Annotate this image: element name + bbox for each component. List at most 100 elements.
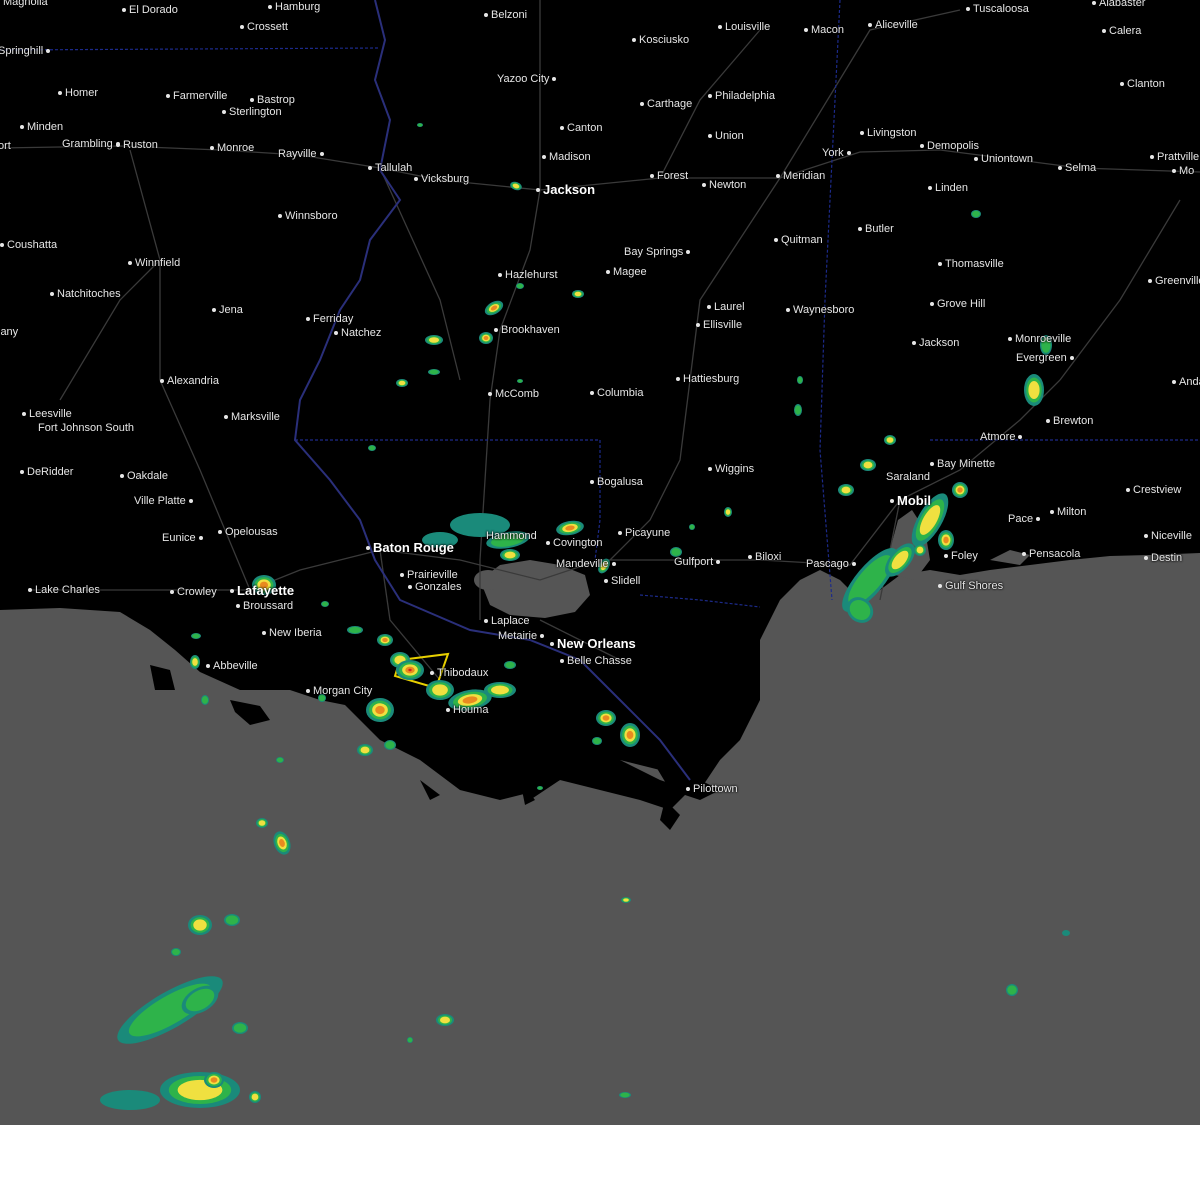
city-dot-icon: [170, 589, 174, 594]
city-label-niceville: Niceville: [1144, 530, 1192, 542]
city-dot-icon: [306, 316, 310, 321]
city-label-new-iberia: New Iberia: [262, 627, 322, 639]
radar-cell: [671, 548, 681, 556]
city-label-oakdale: Oakdale: [120, 470, 168, 482]
city-label-lafayette: Lafayette: [230, 583, 294, 598]
city-dot-icon: [484, 12, 488, 17]
city-label-coushatta: Coushatta: [0, 239, 57, 251]
city-label-thibodaux: Thibodaux: [430, 667, 488, 679]
city-label-bastrop: Bastrop: [250, 94, 295, 106]
city-dot-icon: [708, 93, 712, 98]
city-dot-icon: [498, 272, 502, 277]
city-dot-icon: [224, 414, 228, 419]
city-label-demopolis: Demopolis: [920, 140, 979, 152]
city-dot-icon: [0, 242, 4, 247]
city-dot-icon: [686, 786, 690, 791]
city-label-philadelphia: Philadelphia: [708, 90, 775, 102]
city-label-rayville: Rayville: [278, 148, 327, 160]
page-footer: [0, 1125, 1200, 1200]
radar-cell: [574, 291, 582, 297]
city-label-opelousas: Opelousas: [218, 526, 278, 538]
city-label-tuscaloosa: Tuscaloosa: [966, 3, 1029, 15]
city-dot-icon: [1022, 551, 1026, 556]
city-dot-icon: [560, 125, 564, 130]
radar-cell: [429, 369, 439, 375]
city-label-gulfport: Gulfport: [674, 556, 723, 568]
radar-cell: [689, 524, 695, 530]
city-label-abbeville: Abbeville: [206, 660, 258, 672]
city-label-bogalusa: Bogalusa: [590, 476, 643, 488]
city-label-foley: Foley: [944, 550, 978, 562]
radar-cell: [620, 1092, 630, 1098]
radar-map[interactable]: Magnolia El Dorado Hamburg Crossett Belzoni L…: [0, 0, 1200, 1125]
city-label-forest: Forest: [650, 170, 688, 182]
radar-cell: [439, 1016, 451, 1024]
radar-cell: [258, 820, 266, 826]
radar-cell: [1007, 985, 1017, 995]
city-dot-icon: [278, 213, 282, 218]
city-dot-icon: [650, 173, 654, 178]
city-dot-icon: [590, 390, 594, 395]
city-dot-icon: [1150, 154, 1154, 159]
city-label-jena: Jena: [212, 304, 243, 316]
city-dot-icon: [28, 587, 32, 592]
city-dot-icon: [222, 109, 226, 114]
city-dot-icon: [484, 618, 488, 623]
radar-cell: [797, 376, 803, 384]
city-dot-icon: [58, 90, 62, 95]
radar-cell: [360, 746, 370, 754]
city-dot-icon: [928, 185, 932, 190]
city-label-livingston: Livingston: [860, 127, 917, 139]
city-label-jackson: Jackson: [536, 182, 595, 197]
radar-cell: [516, 283, 524, 289]
city-dot-icon: [1172, 168, 1176, 173]
city-label-hattiesburg: Hattiesburg: [676, 373, 739, 385]
radar-cell: [517, 379, 523, 383]
city-dot-icon: [974, 156, 978, 161]
city-dot-icon: [1092, 0, 1096, 5]
city-dot-icon: [262, 630, 266, 635]
city-label-linden: Linden: [928, 182, 968, 194]
radar-cell: [626, 730, 634, 740]
city-label-crestview: Crestview: [1126, 484, 1181, 496]
radar-cell: [623, 898, 629, 902]
city-label-meridian: Meridian: [776, 170, 825, 182]
radar-cell: [385, 741, 395, 749]
city-label-newton: Newton: [702, 179, 746, 191]
city-dot-icon: [640, 101, 644, 106]
city-label-pace: Pace: [1008, 513, 1043, 525]
city-label-belle-chasse: Belle Chasse: [560, 655, 632, 667]
city-label-ruston: Ruston: [116, 139, 158, 151]
city-label-springhill: Springhill: [0, 45, 53, 57]
city-dot-icon: [748, 554, 752, 559]
city-dot-icon: [786, 307, 790, 312]
city-label-uniontown: Uniontown: [974, 153, 1033, 165]
city-dot-icon: [1120, 81, 1124, 86]
city-label-eunice: Eunice: [162, 532, 206, 544]
city-dot-icon: [944, 553, 948, 558]
city-dot-icon: [542, 154, 546, 159]
city-dot-icon: [50, 291, 54, 296]
city-label-prairieville: Prairieville: [400, 569, 458, 581]
city-dot-icon: [122, 7, 126, 12]
city-label-crossett: Crossett: [240, 21, 288, 33]
radar-cell: [408, 668, 412, 672]
radar-cell: [957, 487, 963, 493]
city-label-marksville: Marksville: [224, 411, 280, 423]
city-dot-icon: [618, 530, 622, 535]
city-dot-icon: [494, 327, 498, 332]
city-label-mandeville: Mandeville: [556, 558, 619, 570]
city-label-broussard: Broussard: [236, 600, 293, 612]
city-dot-icon: [116, 142, 120, 147]
city-label-deridder: DeRidder: [20, 466, 73, 478]
city-dot-icon: [250, 97, 254, 102]
city-label-york: York: [822, 147, 854, 159]
city-label-destin: Destin: [1144, 552, 1182, 564]
city-label-evergreen: Evergreen: [1016, 352, 1077, 364]
radar-cell: [725, 509, 731, 515]
city-dot-icon: [218, 529, 222, 534]
city-dot-icon: [718, 24, 722, 29]
city-dot-icon: [632, 37, 636, 42]
city-label-aliceville: Aliceville: [868, 19, 918, 31]
city-label-brookhaven: Brookhaven: [494, 324, 560, 336]
